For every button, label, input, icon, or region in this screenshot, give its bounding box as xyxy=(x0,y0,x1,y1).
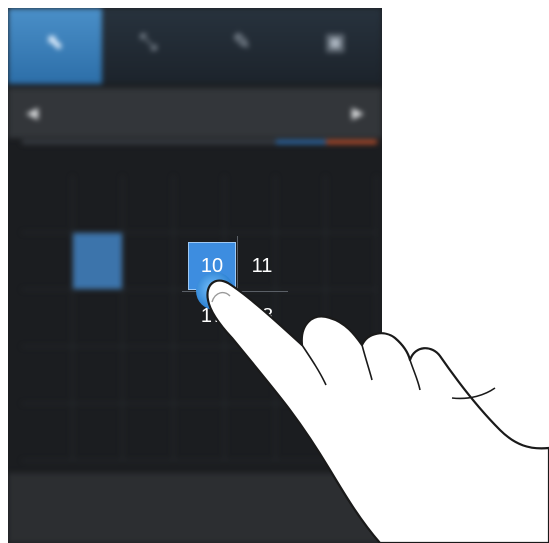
pointing-hand-icon xyxy=(206,279,549,543)
